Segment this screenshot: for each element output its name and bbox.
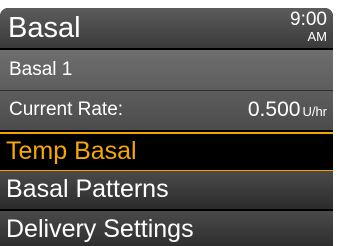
pump-display: Basal 9:00 AM Basal 1 Current Rate: 0.50… [0, 0, 339, 246]
current-rate-label: Current Rate: [9, 99, 124, 120]
basal-info-panel: Basal 1 Current Rate: 0.500 U/hr [0, 50, 333, 130]
current-rate-unit: U/hr [302, 104, 327, 119]
current-rate-row: Current Rate: 0.500 U/hr [0, 90, 333, 130]
screen-title: Basal [8, 12, 81, 44]
current-rate-value: 0.500 [247, 98, 301, 121]
menu-item-temp-basal[interactable]: Temp Basal [0, 132, 333, 172]
pattern-name: Basal 1 [9, 59, 73, 80]
menu-item-label: Delivery Settings [6, 215, 194, 243]
pattern-name-row: Basal 1 [0, 50, 333, 91]
menu-item-label: Temp Basal [6, 137, 137, 165]
screen: Basal 9:00 AM Basal 1 Current Rate: 0.50… [0, 8, 333, 246]
current-rate-value-group: 0.500 U/hr [248, 97, 327, 125]
clock-time: 9:00 [290, 9, 327, 30]
menu-item-basal-patterns[interactable]: Basal Patterns [0, 171, 333, 209]
header-bar: Basal 9:00 AM [0, 8, 333, 48]
clock-ampm: AM [307, 29, 328, 44]
menu-item-delivery-settings[interactable]: Delivery Settings [0, 211, 333, 246]
menu-item-label: Basal Patterns [6, 175, 169, 203]
